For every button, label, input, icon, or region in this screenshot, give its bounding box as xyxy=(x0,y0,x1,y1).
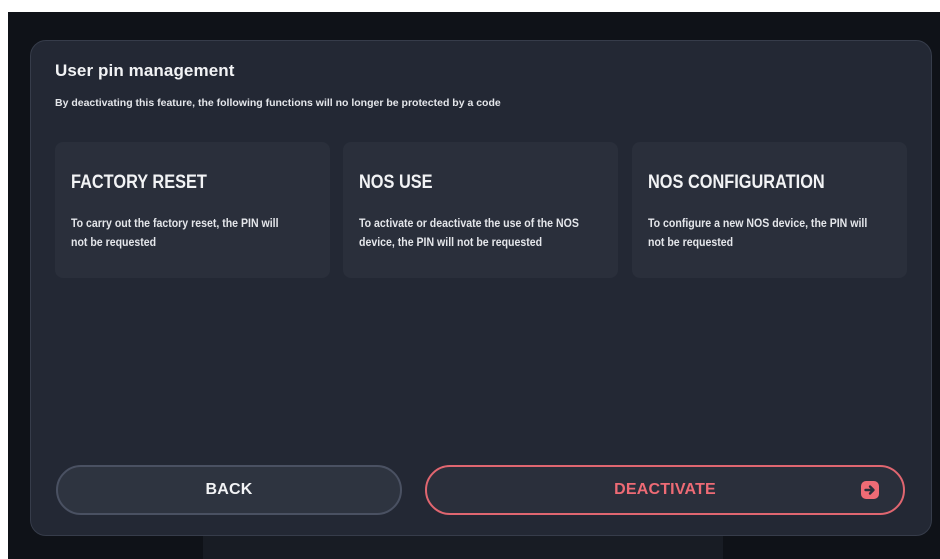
dialog-title: User pin management xyxy=(55,61,235,80)
dialog-subtitle: By deactivating this feature, the follow… xyxy=(55,97,501,109)
nos-use-card: NOS USE To activate or deactivate the us… xyxy=(343,142,618,278)
back-button-label: BACK xyxy=(205,481,253,498)
card-title: FACTORY RESET xyxy=(71,172,207,193)
nos-configuration-card: NOS CONFIGURATION To configure a new NOS… xyxy=(632,142,907,278)
back-button[interactable]: BACK xyxy=(56,465,402,515)
deactivate-button-label: DEACTIVATE xyxy=(614,481,716,498)
card-description: To activate or deactivate the use of the… xyxy=(359,216,579,249)
background-panel xyxy=(203,532,723,559)
deactivate-button[interactable]: DEACTIVATE xyxy=(425,465,905,515)
card-title: NOS USE xyxy=(359,172,433,193)
card-description: To carry out the factory reset, the PIN … xyxy=(71,216,279,249)
arrow-right-square-icon xyxy=(861,481,879,499)
factory-reset-card: FACTORY RESET To carry out the factory r… xyxy=(55,142,330,278)
app-screen: User pin management By deactivating this… xyxy=(8,12,940,559)
user-pin-dialog: User pin management By deactivating this… xyxy=(30,40,932,536)
card-title: NOS CONFIGURATION xyxy=(648,172,825,193)
card-description: To configure a new NOS device, the PIN w… xyxy=(648,216,868,249)
